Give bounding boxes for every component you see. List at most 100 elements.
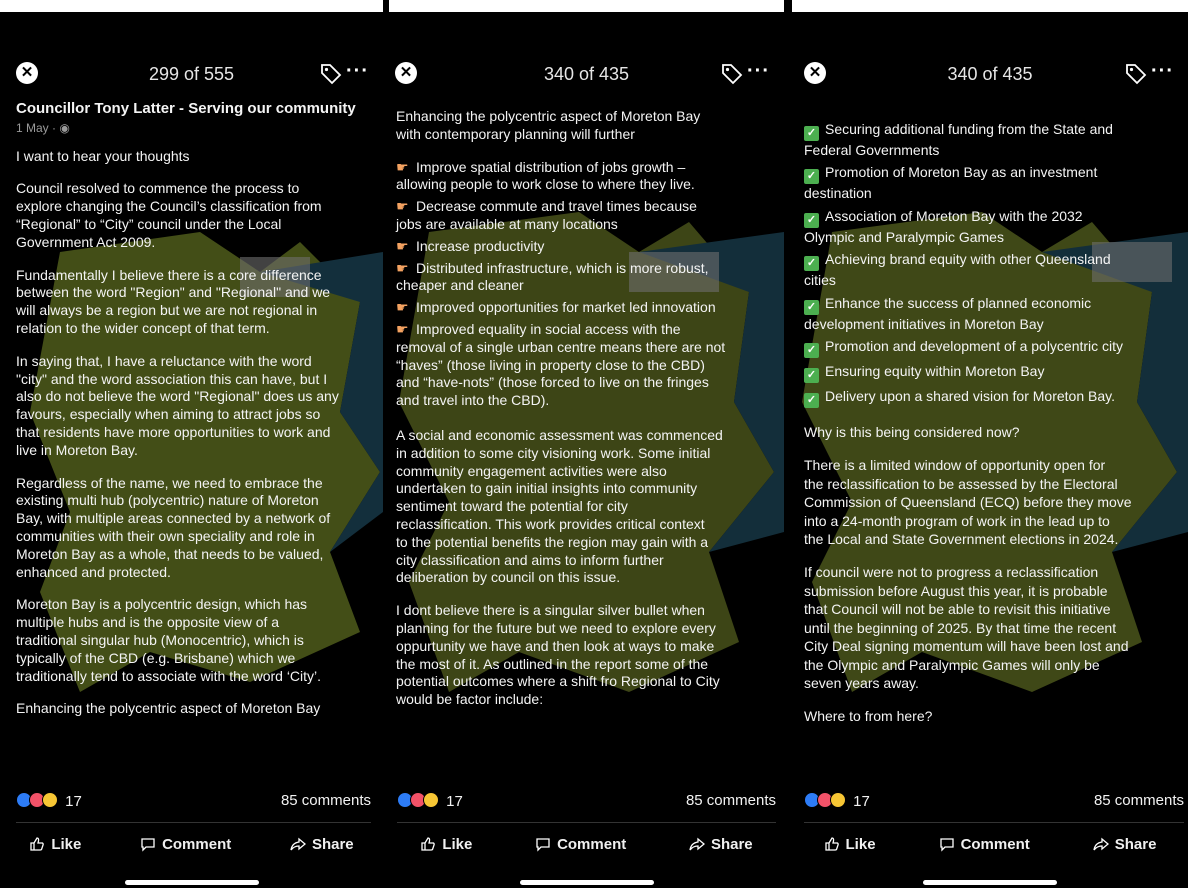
home-indicator[interactable] (923, 880, 1057, 885)
reaction-summary[interactable]: 17 (16, 792, 82, 810)
check-mark-icon: ✓ (804, 299, 819, 315)
check-item: ✓ Securing additional funding from the St… (804, 121, 1113, 158)
more-icon[interactable]: ··· (346, 60, 369, 83)
tag-icon[interactable] (1124, 62, 1148, 86)
check-item: ✓ Promotion and development of a polycent… (804, 337, 1178, 359)
reaction-summary[interactable]: 17 (804, 792, 870, 810)
check-item: ✓ Promotion of Moreton Bay as an investme… (804, 164, 1098, 202)
comment-icon (536, 838, 550, 852)
thumbs-up-icon (421, 837, 436, 851)
post-content: Councillor Tony Latter - Serving our com… (16, 100, 373, 733)
comment-icon (939, 838, 954, 852)
share-icon (290, 837, 306, 851)
check-mark-icon: ✓ (804, 169, 819, 185)
more-icon[interactable]: ··· (1151, 60, 1174, 83)
post-footer: 17 85 comments Like Comment Share (792, 788, 1188, 888)
comment-button[interactable]: Comment (939, 832, 1030, 856)
bullet-item: ☛ Distributed infrastructure, which is mo… (396, 259, 709, 294)
like-button[interactable]: Like (824, 832, 876, 856)
post-paragraph: I want to hear your thoughts (16, 147, 190, 164)
check-mark-icon: ✓ (804, 343, 819, 359)
tag-icon[interactable] (720, 62, 744, 86)
post-paragraph: Council resolved to commence the process… (16, 180, 322, 250)
haha-reaction-icon (423, 792, 439, 808)
pointing-hand-icon: ☛ (396, 259, 409, 276)
post-footer: 17 85 comments Like Comment Share (0, 788, 383, 888)
check-mark-icon: ✓ (804, 368, 819, 384)
comment-button[interactable]: Comment (535, 832, 626, 856)
check-mark-icon: ✓ (804, 126, 819, 141)
reaction-count: 17 (65, 793, 82, 810)
like-button[interactable]: Like (420, 832, 472, 856)
post-paragraph: I dont believe there is a singular silve… (396, 602, 720, 708)
photo-viewer-panel-3: ✕ 340 of 435 ··· ✓ Securing additional fu… (792, 12, 1188, 888)
reaction-count: 17 (853, 793, 870, 810)
home-indicator[interactable] (519, 880, 654, 885)
share-icon (1093, 837, 1109, 851)
divider (804, 822, 1184, 823)
check-list: ✓ Securing additional funding from the St… (804, 120, 1178, 409)
post-paragraph: Enhancing the polycentric aspect of More… (396, 108, 701, 142)
post-paragraph: Moreton Bay is a polycentric design, whi… (16, 596, 322, 684)
share-button[interactable]: Share (290, 832, 354, 856)
viewer-header: ✕ 340 of 435 ··· (792, 60, 1188, 90)
post-date: 1 May · ◉ (16, 120, 70, 135)
action-bar: Like Comment Share (0, 832, 383, 856)
share-button[interactable]: Share (1093, 832, 1156, 856)
top-strip (0, 0, 1188, 12)
bullet-item: ☛ Increase productivity (396, 237, 545, 254)
thumbs-up-icon (824, 837, 839, 851)
more-icon[interactable]: ··· (747, 60, 770, 83)
post-paragraph: Enhancing the polycentric aspect of More… (16, 700, 321, 717)
pointing-hand-icon: ☛ (396, 237, 409, 254)
check-item: ✓ Association of Moreton Bay with the 203… (804, 207, 1083, 245)
post-paragraph: Where to from here? (804, 708, 933, 725)
comment-icon (141, 838, 155, 852)
check-mark-icon: ✓ (804, 393, 819, 409)
pointing-hand-icon: ☛ (396, 320, 409, 337)
comment-count[interactable]: 85 comments (686, 792, 776, 809)
post-content: Enhancing the polycentric aspect of More… (396, 108, 774, 724)
photo-viewer-panel-2: ✕ 340 of 435 ··· Enhancing the polycentr… (389, 12, 784, 888)
check-item: ✓ Delivery upon a shared vision for Moret… (804, 387, 1178, 409)
post-content: ✓ Securing additional funding from the St… (804, 120, 1178, 741)
tag-icon[interactable] (319, 62, 343, 86)
reaction-summary[interactable]: 17 (397, 792, 463, 810)
bullet-list: ☛ Improve spatial distribution of jobs gr… (396, 159, 774, 410)
post-paragraph: If council were not to progress a reclas… (804, 564, 1129, 691)
post-author[interactable]: Councillor Tony Latter - Serving our com… (16, 100, 373, 118)
comment-button[interactable]: Comment (140, 832, 231, 856)
pointing-hand-icon: ☛ (396, 198, 409, 215)
share-button[interactable]: Share (689, 832, 753, 856)
photo-viewer-panel-1: ✕ 299 of 555 ··· Councillor Tony Latter … (0, 12, 383, 888)
thumbs-up-icon (30, 837, 45, 851)
post-paragraph: There is a limited window of opportunity… (804, 457, 1132, 548)
viewer-header: ✕ 340 of 435 ··· (389, 60, 784, 90)
bullet-item: ☛ Improved opportunities for market led i… (396, 299, 716, 316)
pointing-hand-icon: ☛ (396, 158, 409, 175)
bullet-item: ☛ Decrease commute and travel times becau… (396, 198, 697, 232)
check-mark-icon: ✓ (804, 212, 819, 228)
like-button[interactable]: Like (29, 832, 81, 856)
comment-count[interactable]: 85 comments (1094, 792, 1184, 809)
viewer-header: ✕ 299 of 555 ··· (0, 60, 383, 90)
divider (16, 822, 371, 823)
bullet-item: ☛ Improve spatial distribution of jobs gr… (396, 158, 695, 193)
divider (397, 822, 776, 823)
check-item: ✓ Achieving brand equity with other Queen… (804, 251, 1111, 289)
post-footer: 17 85 comments Like Comment Share (389, 788, 784, 888)
post-paragraph: Fundamentally I believe there is a core … (16, 266, 331, 336)
action-bar: Like Comment Share (792, 832, 1188, 856)
bullet-item: ☛ Improved equality in social access with… (396, 320, 726, 409)
haha-reaction-icon (830, 792, 846, 808)
strip-divider (784, 0, 792, 12)
check-item: ✓ Ensuring equity within Moreton Bay (804, 362, 1178, 384)
check-mark-icon: ✓ (804, 256, 819, 272)
post-paragraph: Why is this being considered now? (804, 424, 1020, 441)
strip-divider (383, 0, 389, 12)
globe-icon: ◉ (59, 120, 70, 135)
comment-count[interactable]: 85 comments (281, 792, 371, 809)
share-icon (689, 837, 705, 851)
home-indicator[interactable] (124, 880, 259, 885)
reaction-count: 17 (446, 793, 463, 810)
